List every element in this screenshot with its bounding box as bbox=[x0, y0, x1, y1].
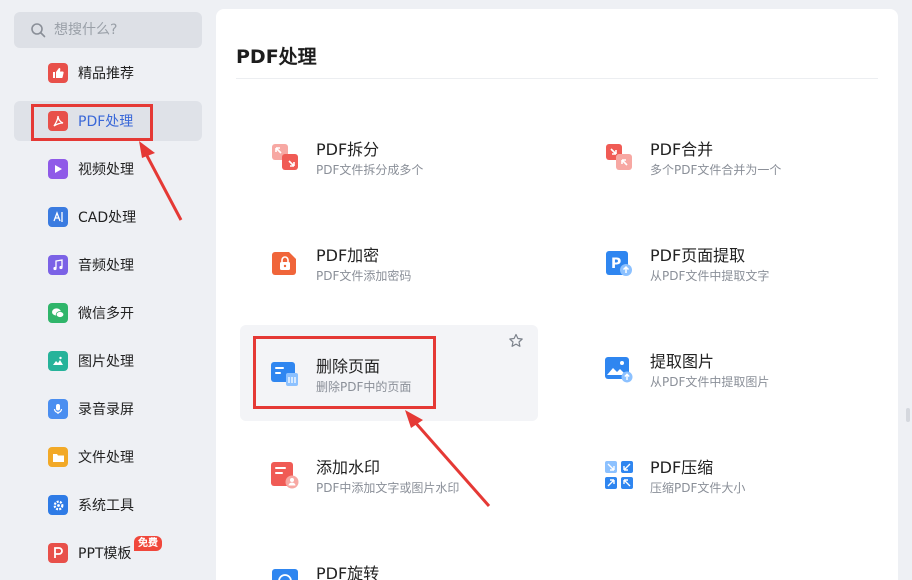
sidebar-item-recommended[interactable]: 精品推荐 bbox=[14, 53, 202, 93]
sidebar-item-video[interactable]: 视频处理 bbox=[14, 149, 202, 189]
star-icon[interactable] bbox=[508, 333, 524, 349]
compress-icon bbox=[605, 461, 633, 489]
sidebar-nav: 精品推荐 PDF处理 视频处理 CAD处理 音频处理 微信多开 图片处理 录音录… bbox=[14, 53, 202, 580]
extract-image-icon bbox=[605, 357, 633, 383]
sidebar-item-label: 微信多开 bbox=[78, 306, 134, 322]
sidebar-item-label: CAD处理 bbox=[78, 210, 137, 226]
tool-extract-image[interactable]: 提取图片 从PDF文件中提取图片 bbox=[574, 320, 872, 416]
merge-icon bbox=[606, 144, 632, 170]
watermark-icon bbox=[271, 462, 299, 489]
sidebar-item-label: 录音录屏 bbox=[78, 402, 134, 418]
tool-pdf-rotate[interactable]: PDF旋转 bbox=[240, 532, 538, 580]
sidebar-item-wechat[interactable]: 微信多开 bbox=[14, 293, 202, 333]
ppt-icon bbox=[48, 543, 68, 563]
sidebar-item-label: 图片处理 bbox=[78, 354, 134, 370]
page-title: PDF处理 bbox=[236, 46, 317, 68]
search-box[interactable] bbox=[14, 12, 202, 48]
tool-name: PDF压缩 bbox=[650, 458, 714, 477]
search-input[interactable] bbox=[54, 22, 174, 38]
sidebar-item-pdf[interactable]: PDF处理 bbox=[14, 101, 202, 141]
free-badge: 免费 bbox=[134, 536, 162, 551]
sidebar-item-label: 精品推荐 bbox=[78, 66, 134, 82]
tool-name: 删除页面 bbox=[316, 357, 381, 376]
delete-page-icon bbox=[271, 362, 298, 386]
tool-pdf-merge[interactable]: PDF合并 多个PDF文件合并为一个 bbox=[574, 108, 872, 204]
pdf-icon bbox=[48, 111, 68, 131]
tool-delete-page[interactable]: 删除页面 删除PDF中的页面 bbox=[240, 325, 538, 421]
sidebar-item-label: 音频处理 bbox=[78, 258, 134, 274]
sidebar-item-cad[interactable]: CAD处理 bbox=[14, 197, 202, 237]
lock-icon bbox=[272, 252, 296, 275]
sidebar-item-recording[interactable]: 录音录屏 bbox=[14, 389, 202, 429]
sidebar-item-label: 视频处理 bbox=[78, 162, 134, 178]
sidebar-item-image[interactable]: 图片处理 bbox=[14, 341, 202, 381]
tool-pdf-page-extract[interactable]: P PDF页面提取 从PDF文件中提取文字 bbox=[574, 214, 872, 310]
sidebar-item-label: PDF处理 bbox=[78, 114, 134, 130]
gear-icon bbox=[48, 495, 68, 515]
sidebar-item-audio[interactable]: 音频处理 bbox=[14, 245, 202, 285]
tool-desc: PDF文件添加密码 bbox=[316, 269, 412, 283]
page-extract-icon: P bbox=[606, 251, 632, 276]
rotate-icon bbox=[272, 569, 298, 580]
title-divider bbox=[236, 78, 878, 79]
tool-desc: 多个PDF文件合并为一个 bbox=[650, 163, 782, 177]
tool-pdf-compress[interactable]: PDF压缩 压缩PDF文件大小 bbox=[574, 426, 872, 522]
tool-name: 提取图片 bbox=[650, 352, 715, 371]
search-icon bbox=[31, 23, 46, 38]
tool-name: PDF合并 bbox=[650, 140, 714, 159]
tool-add-watermark[interactable]: 添加水印 PDF中添加文字或图片水印 bbox=[240, 426, 538, 522]
music-icon bbox=[48, 255, 68, 275]
sidebar-item-file[interactable]: 文件处理 bbox=[14, 437, 202, 477]
tool-desc: 从PDF文件中提取文字 bbox=[650, 269, 770, 283]
tool-pdf-encrypt[interactable]: PDF加密 PDF文件添加密码 bbox=[240, 214, 538, 310]
tool-name: PDF页面提取 bbox=[650, 246, 746, 265]
sidebar-item-system[interactable]: 系统工具 bbox=[14, 485, 202, 525]
tool-desc: PDF中添加文字或图片水印 bbox=[316, 481, 460, 495]
play-icon bbox=[48, 159, 68, 179]
tool-desc: 压缩PDF文件大小 bbox=[650, 481, 746, 495]
split-icon bbox=[272, 144, 298, 170]
svg-text:P: P bbox=[611, 256, 621, 272]
folder-icon bbox=[48, 447, 68, 467]
tool-name: PDF旋转 bbox=[316, 564, 380, 580]
sidebar-item-label: PPT模板 bbox=[78, 546, 132, 562]
tool-desc: 从PDF文件中提取图片 bbox=[650, 375, 770, 389]
tool-name: PDF拆分 bbox=[316, 140, 380, 159]
microphone-icon bbox=[48, 399, 68, 419]
sidebar-item-label: 系统工具 bbox=[78, 498, 134, 514]
tool-desc: 删除PDF中的页面 bbox=[316, 380, 412, 394]
tool-name: 添加水印 bbox=[316, 458, 381, 477]
sidebar-item-ppt[interactable]: PPT模板 免费 bbox=[14, 533, 202, 573]
thumbs-up-icon bbox=[48, 63, 68, 83]
sidebar-item-label: 文件处理 bbox=[78, 450, 134, 466]
tool-pdf-split[interactable]: PDF拆分 PDF文件拆分成多个 bbox=[240, 108, 538, 204]
scrollbar[interactable] bbox=[906, 408, 910, 422]
cad-icon bbox=[48, 207, 68, 227]
main-panel: PDF处理 PDF拆分 PDF文件拆分成多个 PDF合并 多个PDF文件合并为一… bbox=[216, 9, 898, 580]
tool-desc: PDF文件拆分成多个 bbox=[316, 163, 424, 177]
tool-name: PDF加密 bbox=[316, 246, 380, 265]
image-icon bbox=[48, 351, 68, 371]
wechat-icon bbox=[48, 303, 68, 323]
